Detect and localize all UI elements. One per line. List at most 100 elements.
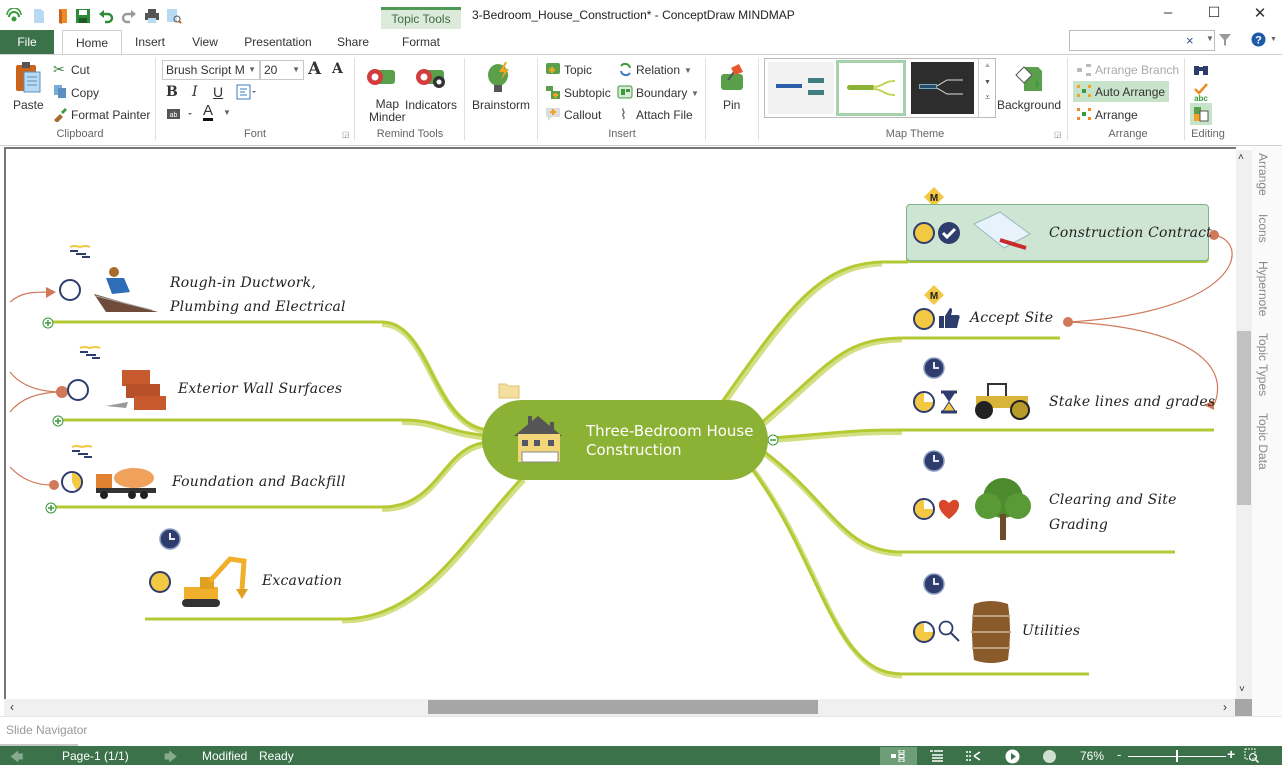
font-color-button[interactable]: A: [203, 103, 214, 121]
topic-foundation[interactable]: Foundation and Backfill: [172, 474, 346, 490]
previous-page-icon[interactable]: 🡄: [10, 748, 23, 770]
filter-icon[interactable]: [1218, 33, 1232, 47]
help-dropdown-icon[interactable]: ▼: [1270, 36, 1277, 43]
relation-left-2: [9, 371, 63, 413]
road-roller-image: [975, 383, 1030, 420]
scroll-right-icon[interactable]: ›: [1223, 700, 1227, 714]
topic-clearing[interactable]: Clearing and Site Grading: [1049, 488, 1177, 538]
scroll-up-icon[interactable]: ˄: [1238, 152, 1244, 163]
play-presentation-icon[interactable]: [1005, 749, 1020, 764]
slide-navigator-label[interactable]: Slide Navigator: [6, 723, 87, 737]
copy-icon: [54, 85, 66, 98]
highlight-color-icon[interactable]: ab: [166, 107, 196, 121]
gallery-down-icon[interactable]: ▼: [979, 79, 996, 86]
tab-home[interactable]: Home: [62, 30, 122, 55]
zoom-to-fit-icon[interactable]: [1244, 748, 1260, 764]
redo-icon[interactable]: [121, 8, 137, 24]
vertical-scroll-thumb[interactable]: [1237, 331, 1251, 505]
underline-button[interactable]: U: [213, 84, 223, 100]
font-dialog-launcher-icon[interactable]: ◲: [342, 130, 350, 139]
paste-icon: [16, 62, 41, 93]
scissors-icon: ✂: [53, 61, 65, 77]
arrange-branch-icon: [1077, 64, 1091, 76]
topic-exterior-wall[interactable]: Exterior Wall Surfaces: [178, 381, 342, 397]
topic-utilities[interactable]: Utilities: [1022, 623, 1080, 639]
minimize-button[interactable]: –: [1153, 4, 1183, 21]
text-align-icon[interactable]: [236, 84, 258, 100]
tab-presentation[interactable]: Presentation: [240, 30, 316, 54]
topic-tools-context-tab[interactable]: Topic Tools: [381, 7, 461, 29]
chevron-down-icon: ▼: [691, 89, 699, 98]
map-theme-dialog-launcher-icon[interactable]: ◲: [1054, 130, 1062, 139]
theme-thumbnail-2-selected[interactable]: [836, 60, 906, 116]
bold-button[interactable]: B: [166, 84, 178, 100]
scroll-down-icon[interactable]: ˅: [1239, 684, 1245, 695]
tab-format[interactable]: Format: [394, 30, 448, 54]
spell-check-icon[interactable]: abc: [1191, 82, 1211, 102]
tab-insert[interactable]: Insert: [128, 30, 172, 54]
topic-stake-lines[interactable]: Stake lines and grades: [1049, 394, 1215, 410]
theme-thumbnail-1[interactable]: [768, 62, 834, 114]
clock-full-icon: [913, 222, 935, 244]
mind-map-view-button[interactable]: [880, 747, 917, 765]
theme-gallery-scroll[interactable]: ▲ ▼ ⩡: [978, 58, 996, 118]
excavator-image: [182, 556, 248, 607]
editing-attach-button[interactable]: [1190, 103, 1212, 125]
callout-label: Callout: [564, 108, 602, 122]
side-tab-topic-types[interactable]: Topic Types: [1256, 333, 1270, 396]
folder-icon[interactable]: [498, 381, 520, 399]
find-binoculars-icon[interactable]: [1193, 61, 1209, 77]
settings-icon[interactable]: [1042, 749, 1057, 764]
topic-rough-in[interactable]: Rough-in Ductwork, Plumbing and Electrica…: [170, 271, 346, 319]
auto-arrange-button[interactable]: Auto Arrange: [1073, 81, 1169, 102]
side-tab-icons[interactable]: Icons: [1256, 214, 1270, 243]
shrink-font-button[interactable]: A: [332, 61, 343, 77]
maximize-button[interactable]: ☐: [1199, 4, 1229, 21]
tab-view[interactable]: View: [184, 30, 226, 54]
gallery-more-icon[interactable]: ⩡: [979, 92, 996, 103]
boundary-icon: [617, 85, 633, 99]
font-family-select[interactable]: Brush Script M ▼: [162, 60, 260, 80]
tab-file[interactable]: File: [0, 30, 54, 54]
paste-label: Paste: [13, 98, 44, 112]
topic-accept-site[interactable]: Accept Site: [970, 310, 1053, 326]
task-gantt-icon: [71, 445, 93, 458]
scroll-left-icon[interactable]: ‹: [10, 700, 14, 714]
close-button[interactable]: ✕: [1245, 4, 1275, 22]
theme-thumbnail-3[interactable]: [911, 62, 974, 114]
font-size-select[interactable]: 20 ▼: [260, 60, 304, 80]
scroll-corner: [1235, 699, 1252, 716]
print-preview-icon[interactable]: [166, 8, 182, 24]
next-page-icon[interactable]: 🡆: [164, 748, 177, 770]
clear-search-icon[interactable]: ×: [1186, 33, 1194, 48]
outline-view-icon[interactable]: [930, 750, 943, 762]
font-color-dropdown-icon[interactable]: ▼: [223, 108, 231, 117]
print-icon[interactable]: [144, 8, 160, 24]
new-document-icon[interactable]: [31, 8, 47, 24]
help-icon[interactable]: ?: [1251, 32, 1266, 47]
topic-construction-contract[interactable]: Construction Contract: [1049, 225, 1212, 241]
gallery-up-icon[interactable]: ▲: [979, 62, 996, 69]
zoom-slider-thumb[interactable]: [1176, 750, 1178, 762]
italic-button[interactable]: I: [192, 84, 198, 100]
search-dropdown-icon[interactable]: ▼: [1206, 34, 1214, 43]
side-tab-hypernote[interactable]: Hypernote: [1256, 261, 1270, 316]
map-minder-label: Map Minder: [369, 97, 406, 124]
font-size-value: 20: [264, 63, 278, 77]
side-tab-arrange[interactable]: Arrange: [1256, 153, 1270, 196]
horizontal-scroll-thumb[interactable]: [428, 700, 818, 714]
side-tab-topic-data[interactable]: Topic Data: [1256, 413, 1270, 470]
clock-quarter-icon: [61, 471, 83, 493]
chevron-down-icon: ▼: [684, 66, 692, 75]
zoom-in-button[interactable]: +: [1227, 746, 1235, 762]
clock-icon: [923, 357, 945, 379]
save-icon[interactable]: [75, 8, 91, 24]
grow-font-button[interactable]: A: [308, 59, 321, 79]
tab-share[interactable]: Share: [332, 30, 374, 54]
app-logo-icon[interactable]: [6, 8, 22, 24]
open-icon[interactable]: [55, 8, 71, 24]
undo-icon[interactable]: [98, 8, 114, 24]
topic-excavation[interactable]: Excavation: [262, 573, 342, 589]
zoom-out-button[interactable]: -: [1117, 747, 1121, 762]
gantt-view-icon[interactable]: [966, 750, 981, 762]
